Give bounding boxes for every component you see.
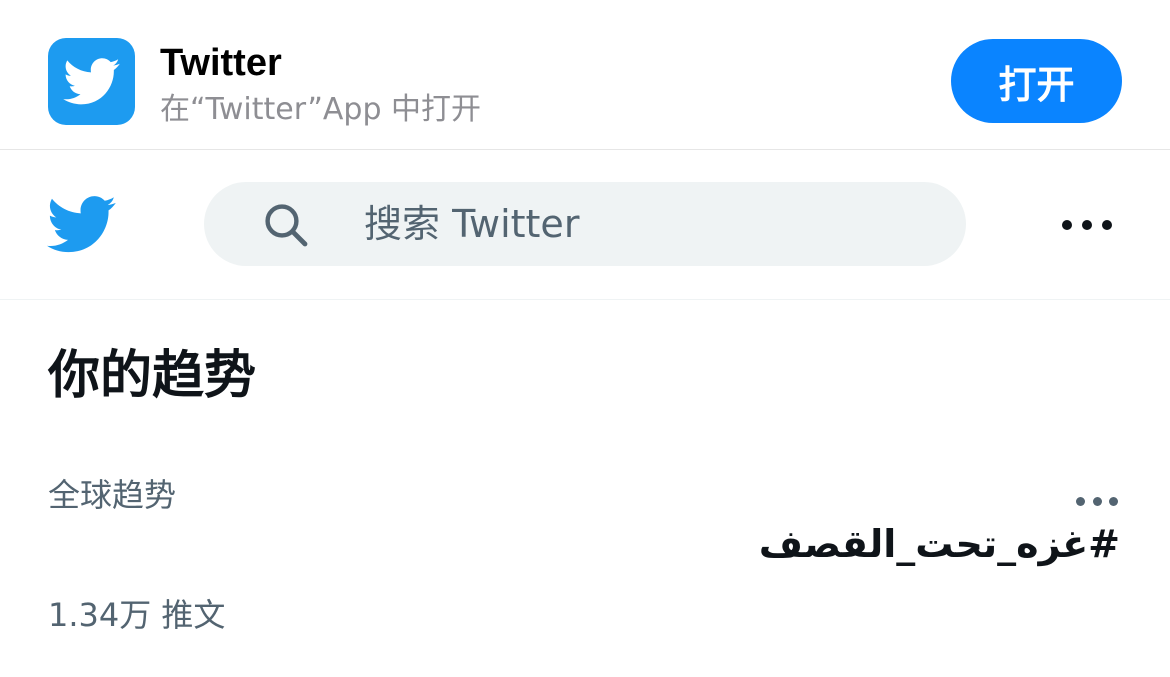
trend-tweet-count: 1.34万 推文 bbox=[48, 596, 226, 634]
twitter-bird-icon[interactable] bbox=[47, 195, 117, 255]
twitter-bird-icon bbox=[62, 57, 120, 104]
search-icon bbox=[265, 204, 308, 247]
open-in-app-button[interactable]: 打开 bbox=[951, 39, 1122, 123]
trend-context: 全球趋势 bbox=[48, 476, 177, 514]
app-subtitle: 在“Twitter”App 中打开 bbox=[160, 92, 482, 127]
trend-hashtag[interactable]: #غزه_تحت_القصف bbox=[759, 522, 1120, 566]
more-horizontal-icon bbox=[1102, 220, 1112, 230]
search-placeholder: 搜索 Twitter bbox=[364, 202, 580, 246]
more-horizontal-icon bbox=[1062, 220, 1072, 230]
more-horizontal-icon bbox=[1092, 496, 1102, 506]
more-horizontal-icon bbox=[1109, 496, 1118, 506]
app-name: Twitter bbox=[160, 42, 282, 84]
more-options-button[interactable] bbox=[1062, 210, 1112, 240]
app-install-banner: Twitter 在“Twitter”App 中打开 打开 bbox=[0, 0, 1170, 150]
more-horizontal-icon bbox=[1076, 496, 1085, 506]
trend-more-button[interactable] bbox=[1076, 494, 1118, 508]
trend-item[interactable]: 全球趋势 #غزه_تحت_القصف 1.34万 推文 bbox=[0, 440, 1170, 677]
twitter-app-icon[interactable] bbox=[48, 38, 135, 125]
more-horizontal-icon bbox=[1082, 220, 1092, 230]
top-navigation-bar: 搜索 Twitter bbox=[0, 150, 1170, 300]
trends-section-title: 你的趋势 bbox=[48, 346, 257, 406]
search-input[interactable]: 搜索 Twitter bbox=[204, 182, 966, 266]
